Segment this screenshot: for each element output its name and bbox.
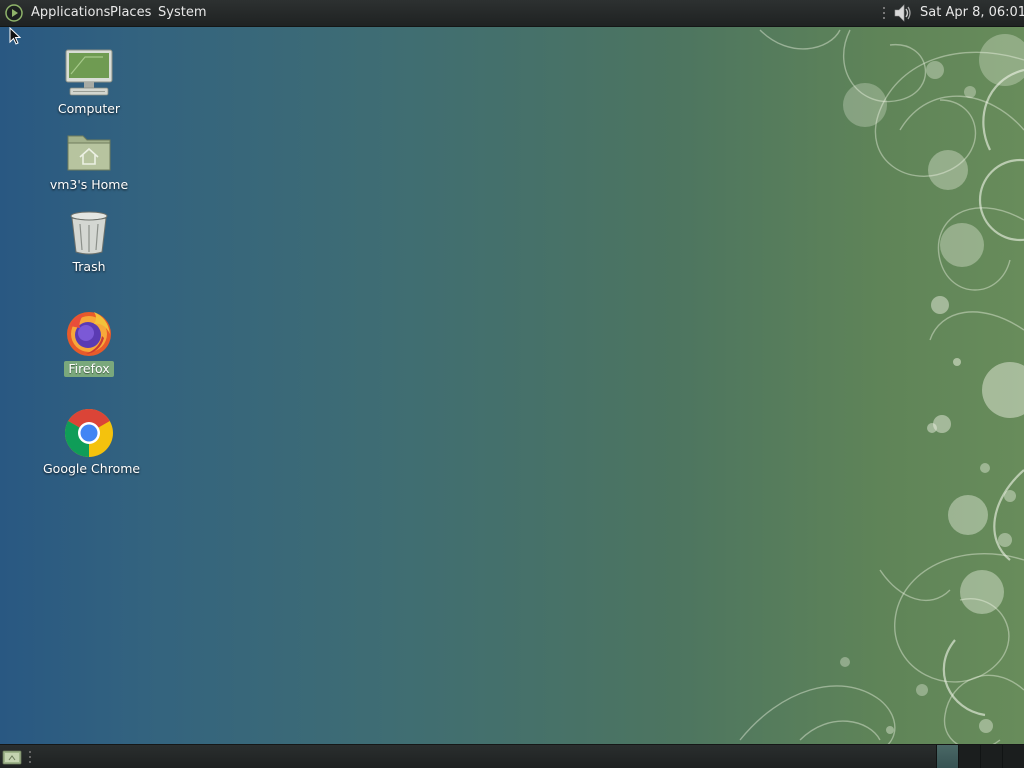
trash-icon [70,211,108,255]
panel-handle-icon [29,751,31,763]
speaker-volume-icon[interactable] [891,2,913,24]
gnome-foot-icon[interactable] [4,3,24,23]
desktop-screen: Applications Places System Sat Apr 8, 06… [0,0,1024,768]
clock[interactable]: Sat Apr 8, 06:01 [920,0,1024,26]
desktop-icon-firefox[interactable]: Firefox [39,308,139,377]
desktop-icon-computer[interactable]: Computer [39,48,139,117]
applications-menu[interactable]: Applications [31,0,110,26]
workspace-1[interactable] [936,745,958,768]
panel-handle-icon [883,7,885,19]
desktop-icon-chrome[interactable]: Google Chrome [39,408,140,477]
system-menu[interactable]: System [158,0,206,26]
workspace-switcher [936,745,1024,768]
desktop-icon-label: Google Chrome [43,461,141,476]
desktop-icon-label: Trash [72,259,106,274]
mouse-cursor-icon [9,27,21,45]
firefox-icon [67,312,111,356]
show-desktop-icon[interactable] [2,748,22,766]
chrome-icon [64,408,113,457]
desktop-icon-label: Firefox [64,361,114,377]
desktop-icon-label: vm3's Home [49,177,129,192]
desktop-icon-label: Computer [57,101,121,116]
desktop-icon-trash[interactable]: Trash [39,210,139,275]
desktop-icon-home[interactable]: vm3's Home [39,130,139,193]
computer-icon [65,49,113,96]
home-folder-icon [67,135,111,171]
workspace-4[interactable] [1002,745,1024,768]
workspace-3[interactable] [980,745,1002,768]
bottom-panel [0,744,1024,768]
top-panel: Applications Places System Sat Apr 8, 06… [0,0,1024,27]
wallpaper-swirls [739,29,1024,753]
places-menu[interactable]: Places [110,0,151,26]
workspace-2[interactable] [958,745,980,768]
